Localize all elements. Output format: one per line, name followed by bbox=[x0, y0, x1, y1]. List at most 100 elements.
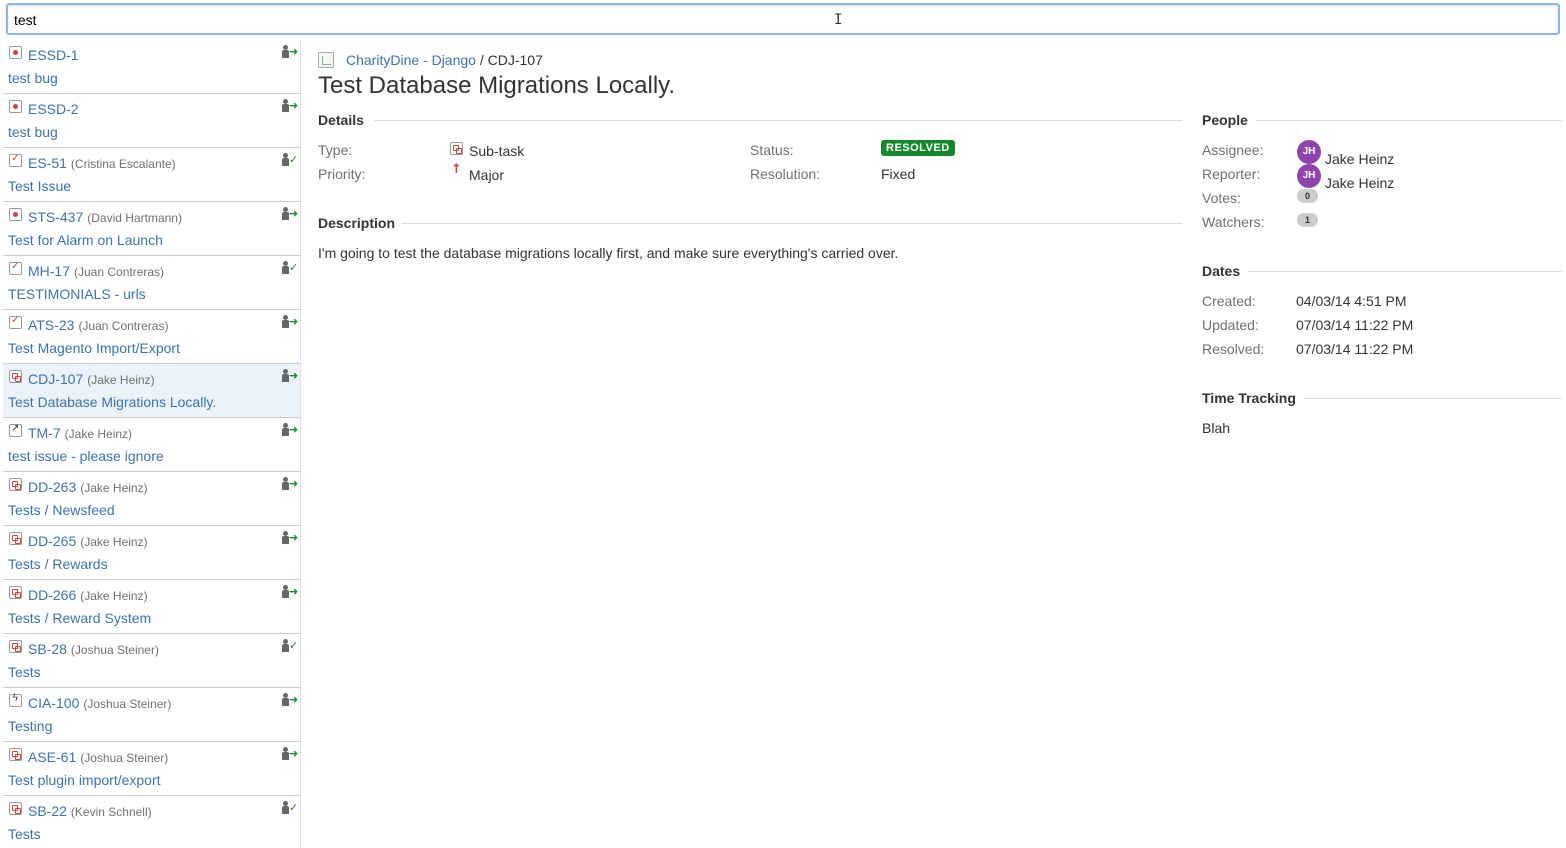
result-key-text[interactable]: TM-7 bbox=[28, 425, 61, 441]
result-key-text[interactable]: CDJ-107 bbox=[28, 371, 83, 387]
task-icon bbox=[9, 153, 22, 167]
search-box[interactable]: I bbox=[6, 3, 1560, 35]
check-icon: ✓ bbox=[289, 261, 299, 274]
search-result-item[interactable]: SB-22 (Kevin Schnell) Tests ✓ bbox=[3, 796, 300, 848]
result-summary[interactable]: Test for Alarm on Launch bbox=[8, 232, 163, 248]
result-issue-key[interactable]: TM-7 (Jake Heinz) bbox=[28, 425, 132, 441]
result-summary[interactable]: Tests bbox=[8, 826, 41, 842]
search-result-item[interactable]: TM-7(Jake Heinz) test issue - please igno… bbox=[3, 418, 300, 472]
result-issue-key[interactable]: CIA-100 (Joshua Steiner) bbox=[28, 695, 171, 711]
watchers-count-badge[interactable]: 1 bbox=[1297, 213, 1318, 227]
move-user-icon[interactable]: ➜ bbox=[282, 693, 298, 709]
result-summary[interactable]: test issue - please ignore bbox=[8, 448, 164, 464]
result-key-text[interactable]: SB-28 bbox=[28, 641, 67, 657]
result-summary[interactable]: Tests / Rewards bbox=[8, 556, 108, 572]
assign-to-me-icon[interactable]: ➜ bbox=[282, 585, 298, 601]
result-issue-key[interactable]: CDJ-107 (Jake Heinz) bbox=[28, 371, 155, 387]
resolved-user-icon[interactable]: ✓ bbox=[282, 639, 298, 655]
result-assignee: (Jake Heinz) bbox=[64, 427, 133, 441]
votes-count-badge[interactable]: 0 bbox=[1297, 189, 1318, 203]
search-result-item[interactable]: CDJ-107 (Jake Heinz) Test Database Migrati… bbox=[3, 364, 300, 418]
move-user-icon[interactable]: ➜ bbox=[282, 207, 298, 223]
result-summary[interactable]: Test Issue bbox=[8, 178, 71, 194]
breadcrumb-project-link[interactable]: CharityDine - Django bbox=[346, 52, 476, 68]
resolved-label: Resolved: bbox=[1202, 341, 1265, 357]
assign-to-me-icon[interactable]: ➜ bbox=[282, 99, 298, 115]
assign-to-me-icon[interactable]: ➜ bbox=[282, 45, 298, 61]
breadcrumb-issue-key[interactable]: CDJ-107 bbox=[488, 52, 543, 68]
result-summary[interactable]: test bug bbox=[8, 124, 58, 140]
search-result-item[interactable]: ATS-23 (Juan Contreras) Test Magento Impor… bbox=[3, 310, 300, 364]
result-key-text[interactable]: CIA-100 bbox=[28, 695, 79, 711]
search-result-item[interactable]: DD-265 (Jake Heinz) Tests / Rewards ➜ bbox=[3, 526, 300, 580]
result-key-text[interactable]: MH-17 bbox=[28, 263, 70, 279]
assignee-avatar[interactable]: JH bbox=[1297, 140, 1321, 164]
text-cursor-icon: I bbox=[834, 12, 843, 28]
search-result-item[interactable]: MH-17 (Juan Contreras) TESTIMONIALS - urls… bbox=[3, 256, 300, 310]
resolved-value: 07/03/14 11:22 PM bbox=[1296, 341, 1414, 357]
assignee-name[interactable]: Jake Heinz bbox=[1325, 151, 1394, 167]
result-issue-key[interactable]: SB-22 (Kevin Schnell) bbox=[28, 803, 152, 819]
reporter-name[interactable]: Jake Heinz bbox=[1325, 175, 1394, 191]
search-result-item[interactable]: DD-263 (Jake Heinz) Tests / Newsfeed ➜ bbox=[3, 472, 300, 526]
time-tracking-heading: Time Tracking bbox=[1202, 390, 1296, 406]
result-issue-key[interactable]: DD-265 (Jake Heinz) bbox=[28, 533, 148, 549]
result-summary[interactable]: Test Database Migrations Locally. bbox=[8, 394, 216, 410]
resolved-user-icon[interactable]: ✓ bbox=[282, 153, 298, 169]
result-issue-key[interactable]: ASE-61 (Joshua Steiner) bbox=[28, 749, 168, 765]
result-summary[interactable]: Tests / Newsfeed bbox=[8, 502, 115, 518]
result-issue-key[interactable]: MH-17 (Juan Contreras) bbox=[28, 263, 164, 279]
result-key-text[interactable]: STS-437 bbox=[28, 209, 83, 225]
search-result-item[interactable]: ESSD-2 test bug ➜ bbox=[3, 94, 300, 148]
dates-divider bbox=[1248, 271, 1562, 272]
result-issue-key[interactable]: ES-51 (Cristina Escalante) bbox=[28, 155, 176, 171]
result-key-text[interactable]: ES-51 bbox=[28, 155, 67, 171]
priority-label: Priority: bbox=[318, 166, 366, 182]
search-result-item[interactable]: ESSD-1 test bug ➜ bbox=[3, 40, 300, 94]
result-summary[interactable]: Tests / Reward System bbox=[8, 610, 151, 626]
search-result-item[interactable]: SB-28 (Joshua Steiner) Tests ✓ bbox=[3, 634, 300, 688]
result-issue-key[interactable]: DD-263 (Jake Heinz) bbox=[28, 479, 148, 495]
time-tracking-divider bbox=[1304, 398, 1562, 399]
votes-label: Votes: bbox=[1202, 190, 1241, 206]
result-summary[interactable]: Test Magento Import/Export bbox=[8, 340, 180, 356]
search-result-item[interactable]: STS-437 (David Hartmann) Test for Alarm on… bbox=[3, 202, 300, 256]
search-input[interactable] bbox=[14, 11, 1544, 29]
result-issue-key[interactable]: STS-437 (David Hartmann) bbox=[28, 209, 182, 225]
assign-to-me-icon[interactable]: ➜ bbox=[282, 423, 298, 439]
bug-icon bbox=[9, 46, 22, 59]
result-assignee: (Jake Heinz) bbox=[87, 373, 155, 387]
search-result-item[interactable]: DD-266 (Jake Heinz) Tests / Reward System ➜ bbox=[3, 580, 300, 634]
resolved-user-icon[interactable]: ✓ bbox=[282, 801, 298, 817]
search-result-item[interactable]: ASE-61 (Joshua Steiner) Test plugin import… bbox=[3, 742, 300, 796]
result-key-text[interactable]: DD-263 bbox=[28, 479, 76, 495]
result-summary[interactable]: Tests bbox=[8, 664, 41, 680]
result-issue-key[interactable]: DD-266 (Jake Heinz) bbox=[28, 587, 148, 603]
search-result-item[interactable]: ES-51(Cristina Escalante) Test Issue ✓ bbox=[3, 148, 300, 202]
result-issue-key[interactable]: ESSD-2 bbox=[28, 101, 79, 117]
assign-to-me-icon[interactable]: ➜ bbox=[282, 747, 298, 763]
result-key-text[interactable]: SB-22 bbox=[28, 803, 67, 819]
result-summary[interactable]: Test plugin import/export bbox=[8, 772, 161, 788]
result-key-text[interactable]: DD-266 bbox=[28, 587, 76, 603]
assign-to-me-icon[interactable]: ➜ bbox=[282, 369, 298, 385]
assign-to-me-icon[interactable]: ➜ bbox=[282, 531, 298, 547]
arrow-right-icon: ➜ bbox=[289, 45, 299, 58]
assign-to-me-icon[interactable]: ➜ bbox=[282, 315, 298, 331]
resolved-user-icon[interactable]: ✓ bbox=[282, 261, 298, 277]
search-result-item[interactable]: CIA-100 (Joshua Steiner) Testing ➜ bbox=[3, 688, 300, 742]
result-issue-key[interactable]: SB-28 (Joshua Steiner) bbox=[28, 641, 159, 657]
result-issue-key[interactable]: ESSD-1 bbox=[28, 47, 79, 63]
result-summary[interactable]: TESTIMONIALS - urls bbox=[8, 286, 146, 302]
result-issue-key[interactable]: ATS-23 (Juan Contreras) bbox=[28, 317, 168, 333]
assign-to-me-icon[interactable]: ➜ bbox=[282, 477, 298, 493]
result-key-text[interactable]: ESSD-1 bbox=[28, 47, 79, 63]
result-key-text[interactable]: ATS-23 bbox=[28, 317, 74, 333]
result-key-text[interactable]: ESSD-2 bbox=[28, 101, 79, 117]
result-summary[interactable]: test bug bbox=[8, 70, 58, 86]
result-key-text[interactable]: ASE-61 bbox=[28, 749, 76, 765]
reporter-avatar[interactable]: JH bbox=[1297, 164, 1321, 188]
result-key-text[interactable]: DD-265 bbox=[28, 533, 76, 549]
time-tracking-value: Blah bbox=[1202, 420, 1231, 436]
result-summary[interactable]: Testing bbox=[8, 718, 52, 734]
